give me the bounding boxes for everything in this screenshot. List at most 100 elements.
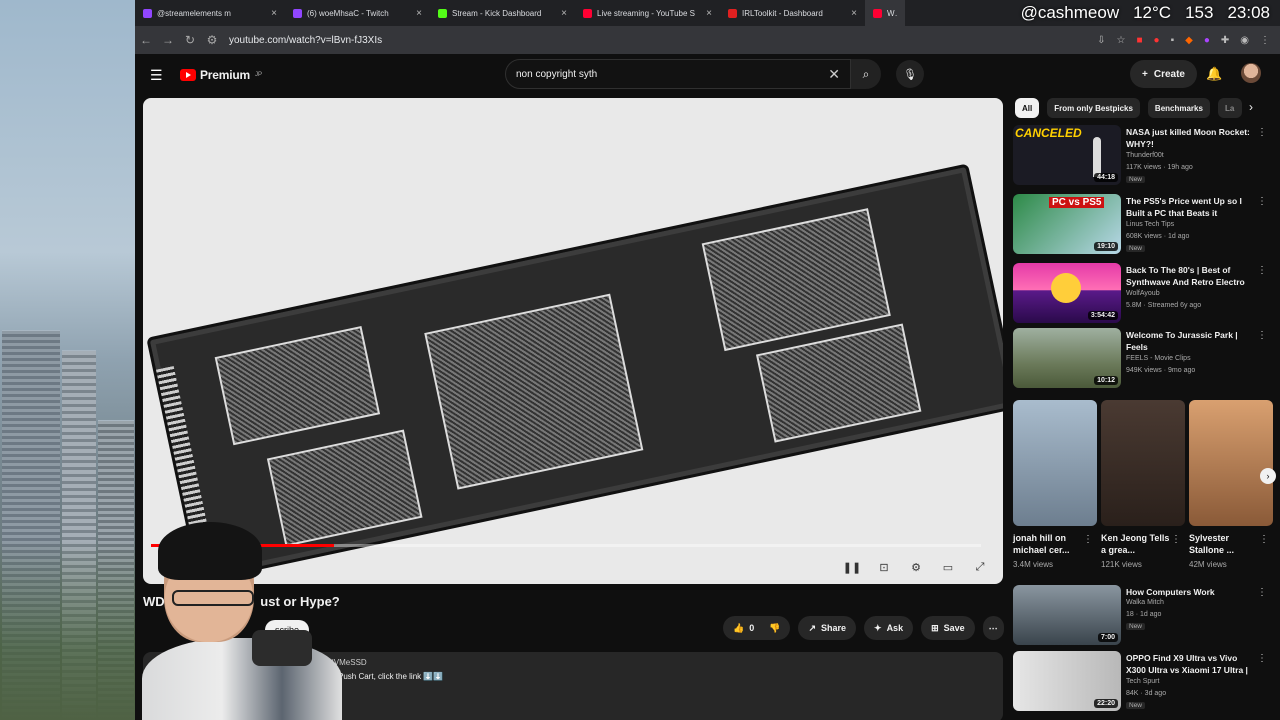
profile-icon[interactable]: ◉ bbox=[1240, 35, 1249, 46]
streamer-hair bbox=[158, 522, 262, 580]
ask-label: Ask bbox=[886, 623, 904, 633]
voice-search-button[interactable]: 🎙 bbox=[896, 60, 924, 88]
tab-youtube-studio[interactable]: Live streaming - YouTube S × bbox=[575, 0, 720, 26]
video-duration: 44:18 bbox=[1094, 173, 1118, 182]
youtube-logo[interactable]: Premium JP bbox=[180, 68, 262, 82]
tab-close-icon[interactable]: × bbox=[851, 8, 857, 19]
video-meta: 117K views · 19h ago bbox=[1126, 164, 1193, 171]
thumbnail-caption: CANCELED bbox=[1015, 126, 1082, 140]
ask-button[interactable]: ✦ Ask bbox=[864, 616, 914, 640]
related-video[interactable]: PC vs PS5 19:10 The PS5's Price went Up … bbox=[1013, 194, 1273, 256]
more-icon[interactable]: ⋮ bbox=[1257, 653, 1267, 664]
more-icon[interactable]: ⋮ bbox=[1257, 196, 1267, 207]
video-duration: 3:54:42 bbox=[1087, 311, 1118, 320]
ssd-chip bbox=[214, 326, 381, 446]
extension-icon[interactable]: ■ bbox=[1136, 35, 1142, 46]
video-title: NASA just killed Moon Rocket: WHY?! bbox=[1126, 127, 1250, 149]
tab-close-icon[interactable]: × bbox=[561, 8, 567, 19]
short-title[interactable]: Ken Jeong Tells a grea... bbox=[1101, 532, 1175, 556]
video-duration: 19:10 bbox=[1094, 242, 1118, 251]
tab-streamelements[interactable]: @streamelements m × bbox=[135, 0, 285, 26]
like-button[interactable]: 👍 0 👎 bbox=[723, 616, 791, 640]
extension-icon[interactable]: ● bbox=[1204, 35, 1210, 46]
more-icon[interactable]: ⋮ bbox=[1257, 265, 1267, 276]
short-thumbnail[interactable] bbox=[1013, 400, 1097, 526]
share-button[interactable]: ↗ Share bbox=[798, 616, 857, 640]
more-icon[interactable]: ⋮ bbox=[1257, 587, 1267, 598]
screen: @streamelements m × (6) woeMhsaC - Twitch… bbox=[0, 0, 1280, 720]
bookmark-star-icon[interactable]: ☆ bbox=[1117, 35, 1126, 46]
shorts-next-arrow-icon[interactable]: › bbox=[1260, 468, 1276, 484]
miniplayer-icon[interactable]: ▭ bbox=[939, 558, 957, 576]
bookmark-icon: ⊞ bbox=[931, 622, 939, 633]
more-icon[interactable]: ⋮ bbox=[1257, 127, 1267, 138]
reload-icon[interactable]: ↻ bbox=[179, 33, 201, 47]
tab-irltoolkit[interactable]: IRLToolkit - Dashboard × bbox=[720, 0, 865, 26]
related-video[interactable]: 7:00 How Computers Work Walka Mitch 18 ·… bbox=[1013, 585, 1273, 647]
tab-kick[interactable]: Stream - Kick Dashboard × bbox=[430, 0, 575, 26]
settings-gear-icon[interactable]: ⚙ bbox=[907, 558, 925, 576]
short-thumbnail[interactable] bbox=[1189, 400, 1273, 526]
site-info-icon[interactable]: ⚙ bbox=[201, 33, 223, 47]
more-actions-button[interactable]: ⋯ bbox=[982, 616, 1004, 640]
search-icon: ⌕ bbox=[862, 66, 870, 81]
related-video[interactable]: 3:54:42 Back To The 80's | Best of Synth… bbox=[1013, 263, 1273, 325]
related-video[interactable]: 10:12 Welcome To Jurassic Park | Feels F… bbox=[1013, 328, 1273, 390]
notifications-bell-icon[interactable]: 🔔 bbox=[1206, 66, 1222, 82]
url-field[interactable]: youtube.com/watch?v=lBvn-fJ3XIs bbox=[229, 35, 382, 46]
short-title[interactable]: jonah hill on michael cer... bbox=[1013, 532, 1087, 556]
extension-icon[interactable]: ◆ bbox=[1185, 35, 1193, 46]
video-title: OPPO Find X9 Ultra vs Vivo X300 Ultra vs… bbox=[1126, 653, 1248, 675]
extensions-puzzle-icon[interactable]: ✚ bbox=[1221, 35, 1229, 46]
tab-close-icon[interactable]: × bbox=[706, 8, 712, 19]
short-thumbnail[interactable] bbox=[1101, 400, 1185, 526]
chip-more[interactable]: La bbox=[1217, 98, 1242, 118]
short-title[interactable]: Sylvester Stallone ... bbox=[1189, 532, 1263, 556]
tab-twitch[interactable]: (6) woeMhsaC - Twitch × bbox=[285, 0, 430, 26]
related-video[interactable]: CANCELED 44:18 NASA just killed Moon Roc… bbox=[1013, 125, 1273, 187]
chip-benchmarks[interactable]: Benchmarks bbox=[1147, 98, 1210, 118]
tab-active[interactable]: WD bbox=[865, 0, 905, 26]
extension-icon[interactable]: ● bbox=[1154, 35, 1160, 46]
extension-icon[interactable]: ▪ bbox=[1171, 35, 1175, 46]
chip-from-bestpicks[interactable]: From only Bestpicks bbox=[1047, 98, 1140, 118]
tab-close-icon[interactable]: × bbox=[271, 8, 277, 19]
clear-search-icon[interactable]: ✕ bbox=[828, 66, 840, 83]
more-icon[interactable]: ⋮ bbox=[1171, 534, 1181, 545]
more-icon[interactable]: ⋮ bbox=[1259, 534, 1269, 545]
more-icon[interactable]: ⋮ bbox=[1083, 534, 1093, 545]
back-icon[interactable]: ← bbox=[135, 33, 157, 47]
streamer-glasses bbox=[172, 590, 254, 606]
video-player[interactable]: ❚❚ ⊡ ⚙ ▭ ⤢ bbox=[143, 98, 1003, 584]
dislike-icon[interactable]: 👎 bbox=[769, 623, 780, 634]
save-button[interactable]: ⊞ Save bbox=[921, 616, 975, 640]
avatar[interactable] bbox=[1241, 63, 1261, 83]
video-thumbnail: 10:12 bbox=[1013, 328, 1121, 388]
tab-favicon bbox=[293, 8, 302, 18]
search-input[interactable]: non copyright syth ✕ bbox=[505, 59, 851, 89]
overlay-handle: @cashmeow bbox=[1020, 3, 1120, 22]
more-icon[interactable]: ⋮ bbox=[1260, 35, 1270, 46]
channel-name: Linus Tech Tips bbox=[1126, 221, 1175, 228]
captions-icon[interactable]: ⊡ bbox=[875, 558, 893, 576]
video-thumbnail: 22:20 bbox=[1013, 651, 1121, 711]
install-icon[interactable]: ⇩ bbox=[1097, 35, 1105, 46]
forward-icon[interactable]: → bbox=[157, 33, 179, 47]
video-meta: 608K views · 1d ago bbox=[1126, 233, 1190, 240]
search-button[interactable]: ⌕ bbox=[851, 59, 881, 89]
chevron-right-icon[interactable]: › bbox=[1249, 100, 1253, 114]
tab-close-icon[interactable]: × bbox=[416, 8, 422, 19]
youtube-header: ☰ Premium JP non copyright syth ✕ ⌕ 🎙 + C… bbox=[135, 54, 1280, 96]
plus-icon: + bbox=[1142, 68, 1148, 80]
channel-name: WolfAyoub bbox=[1126, 290, 1160, 297]
tab-favicon bbox=[873, 8, 882, 18]
chip-all[interactable]: All bbox=[1015, 98, 1040, 118]
shorts-shelf: jonah hill on michael cer... 3.4M views … bbox=[1013, 400, 1275, 575]
create-button[interactable]: + Create bbox=[1130, 60, 1197, 88]
hamburger-menu-icon[interactable]: ☰ bbox=[150, 67, 164, 84]
player-controls: ❚❚ ⊡ ⚙ ▭ ⤢ bbox=[843, 558, 989, 576]
more-icon[interactable]: ⋮ bbox=[1257, 330, 1267, 341]
pause-icon[interactable]: ❚❚ bbox=[843, 558, 861, 576]
related-video[interactable]: 22:20 OPPO Find X9 Ultra vs Vivo X300 Ul… bbox=[1013, 651, 1273, 713]
fullscreen-icon[interactable]: ⤢ bbox=[971, 558, 989, 576]
